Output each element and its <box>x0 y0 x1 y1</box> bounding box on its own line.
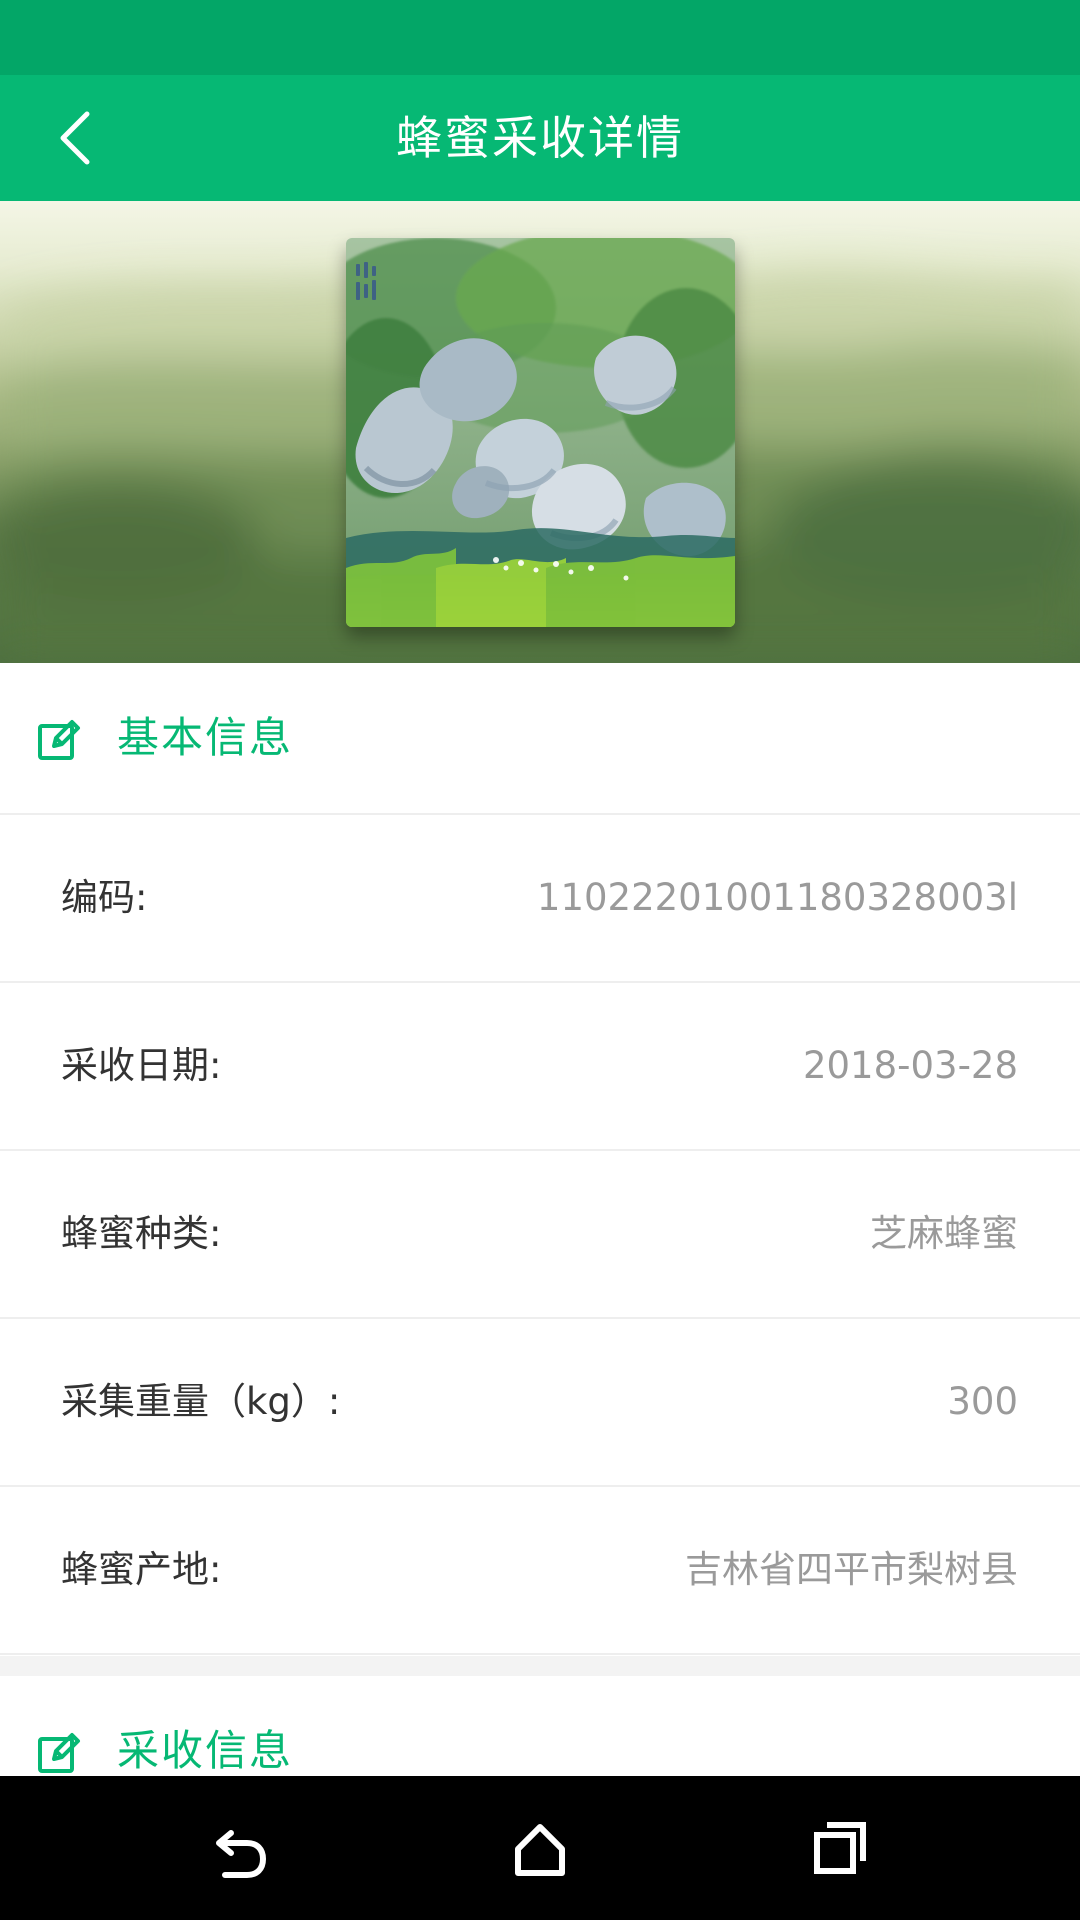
nav-home-button[interactable] <box>460 1776 620 1920</box>
row-label: 编码: <box>61 876 148 919</box>
row-value: 11022201001180328003l <box>536 876 1018 919</box>
back-icon <box>216 1830 267 1878</box>
system-navigation-bar <box>0 1776 1080 1920</box>
info-row-honey-type: 蜂蜜种类: 芝麻蜂蜜 <box>0 1151 1080 1319</box>
info-row-code: 编码: 11022201001180328003l <box>0 815 1080 983</box>
page-title: 蜂蜜采收详情 <box>396 111 684 165</box>
row-value: 2018-03-28 <box>802 1044 1018 1087</box>
row-label: 采收日期: <box>61 1044 222 1087</box>
edit-icon <box>38 720 80 760</box>
home-icon <box>515 1824 565 1876</box>
row-label: 蜂蜜种类: <box>61 1212 222 1255</box>
back-button[interactable] <box>40 97 110 179</box>
edit-icon <box>38 1733 80 1773</box>
nav-back-button[interactable] <box>160 1776 320 1920</box>
row-value: 300 <box>947 1380 1018 1423</box>
info-row-weight: 采集重量（kg）: 300 <box>0 1319 1080 1487</box>
row-label: 蜂蜜产地: <box>61 1548 222 1591</box>
chevron-left-icon <box>60 111 90 165</box>
row-value: 吉林省四平市梨树县 <box>685 1548 1018 1591</box>
recents-icon <box>814 1822 866 1874</box>
status-bar <box>0 0 1080 75</box>
section-divider <box>0 1656 1080 1676</box>
hero-photo[interactable] <box>346 238 735 627</box>
row-value: 芝麻蜂蜜 <box>870 1212 1018 1255</box>
nav-recents-button[interactable] <box>760 1776 920 1920</box>
row-label: 采集重量（kg）: <box>61 1380 341 1423</box>
landscape-painting-image <box>346 238 735 627</box>
hero-banner <box>0 201 1080 663</box>
info-row-origin: 蜂蜜产地: 吉林省四平市梨树县 <box>0 1487 1080 1655</box>
info-row-harvest-date: 采收日期: 2018-03-28 <box>0 983 1080 1151</box>
title-bar: 蜂蜜采收详情 <box>0 75 1080 201</box>
section-title: 基本信息 <box>117 713 294 762</box>
section-header-basic-info: 基本信息 <box>0 663 1080 815</box>
